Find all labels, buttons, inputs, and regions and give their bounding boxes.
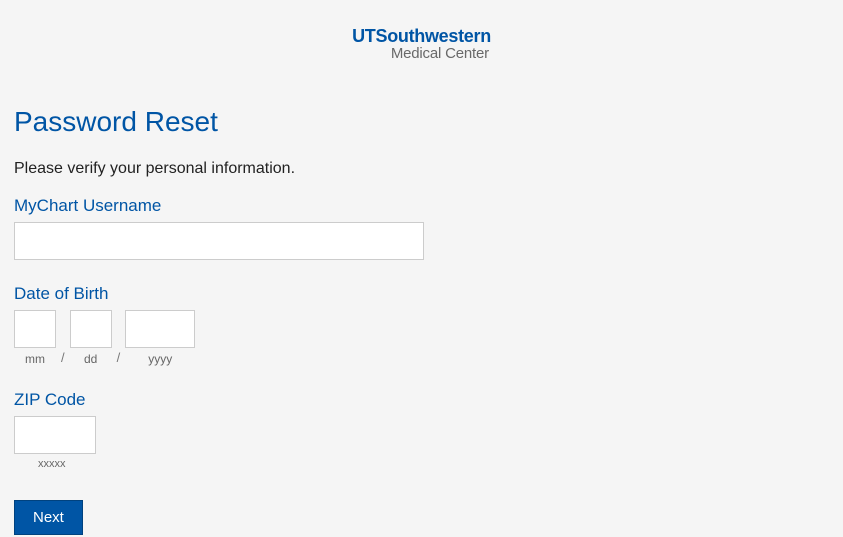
username-label: MyChart Username bbox=[14, 196, 829, 216]
dob-inputs-row: mm / dd / yyyy bbox=[14, 310, 829, 366]
username-input[interactable] bbox=[14, 222, 424, 260]
zip-hint: xxxxx bbox=[14, 458, 829, 470]
dob-day-input[interactable] bbox=[70, 310, 112, 348]
dob-separator-2: / bbox=[112, 350, 126, 365]
dob-month-hint: mm bbox=[25, 352, 45, 366]
logo: UTSouthwestern Medical Center bbox=[352, 26, 491, 62]
zip-input[interactable] bbox=[14, 416, 96, 454]
dob-separator-1: / bbox=[56, 350, 70, 365]
dob-year-hint: yyyy bbox=[148, 352, 172, 366]
logo-text: UTSouthwestern bbox=[352, 26, 491, 47]
zip-label: ZIP Code bbox=[14, 390, 829, 410]
dob-day-col: dd bbox=[70, 310, 112, 366]
page-header: UTSouthwestern Medical Center bbox=[0, 0, 843, 71]
dob-label: Date of Birth bbox=[14, 284, 829, 304]
instruction-text: Please verify your personal information. bbox=[14, 160, 829, 178]
zip-field-group: ZIP Code xxxxx bbox=[14, 390, 829, 470]
logo-subtext: Medical Center bbox=[352, 45, 491, 62]
dob-month-col: mm bbox=[14, 310, 56, 366]
username-field-group: MyChart Username bbox=[14, 196, 829, 260]
dob-field-group: Date of Birth mm / dd / yyyy bbox=[14, 284, 829, 366]
content-area: Password Reset Please verify your person… bbox=[0, 71, 843, 535]
dob-year-col: yyyy bbox=[125, 310, 195, 366]
dob-year-input[interactable] bbox=[125, 310, 195, 348]
dob-day-hint: dd bbox=[84, 352, 97, 366]
next-button[interactable]: Next bbox=[14, 500, 83, 535]
page-title: Password Reset bbox=[14, 106, 829, 138]
dob-month-input[interactable] bbox=[14, 310, 56, 348]
